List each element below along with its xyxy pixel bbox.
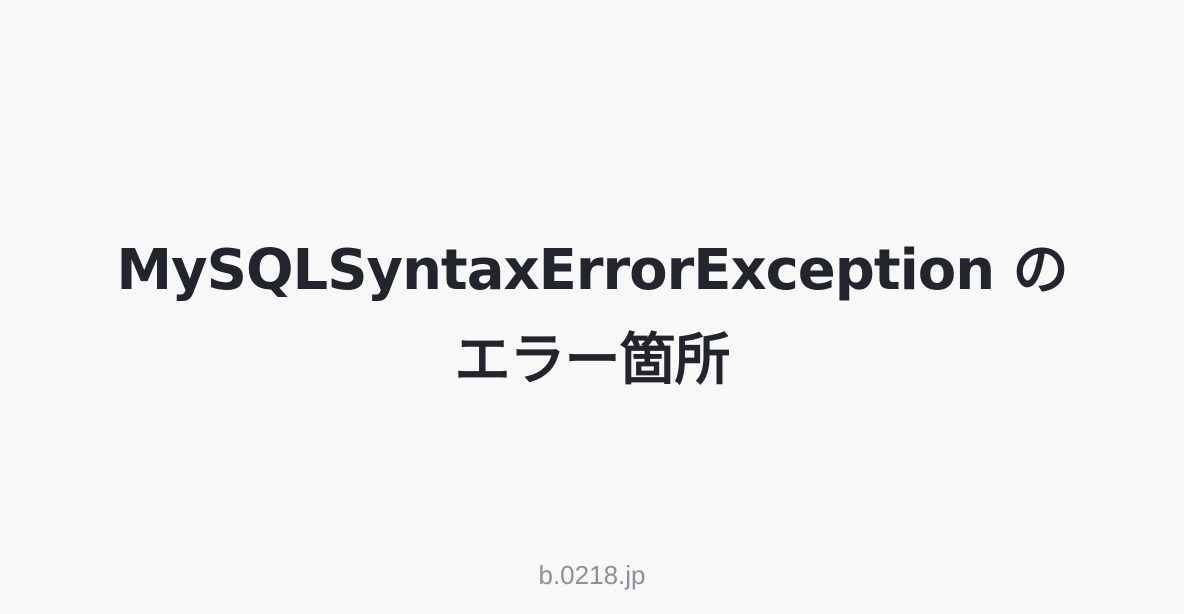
title-line-1: MySQLSyntaxErrorException の [116,238,1068,303]
page-title: MySQLSyntaxErrorException の エラー箇所 [60,226,1124,406]
title-line-2: エラー箇所 [454,328,731,393]
title-container: MySQLSyntaxErrorException の エラー箇所 [60,226,1124,406]
site-domain: b.0218.jp [538,560,646,590]
og-card: MySQLSyntaxErrorException の エラー箇所 b.0218… [0,0,1184,614]
